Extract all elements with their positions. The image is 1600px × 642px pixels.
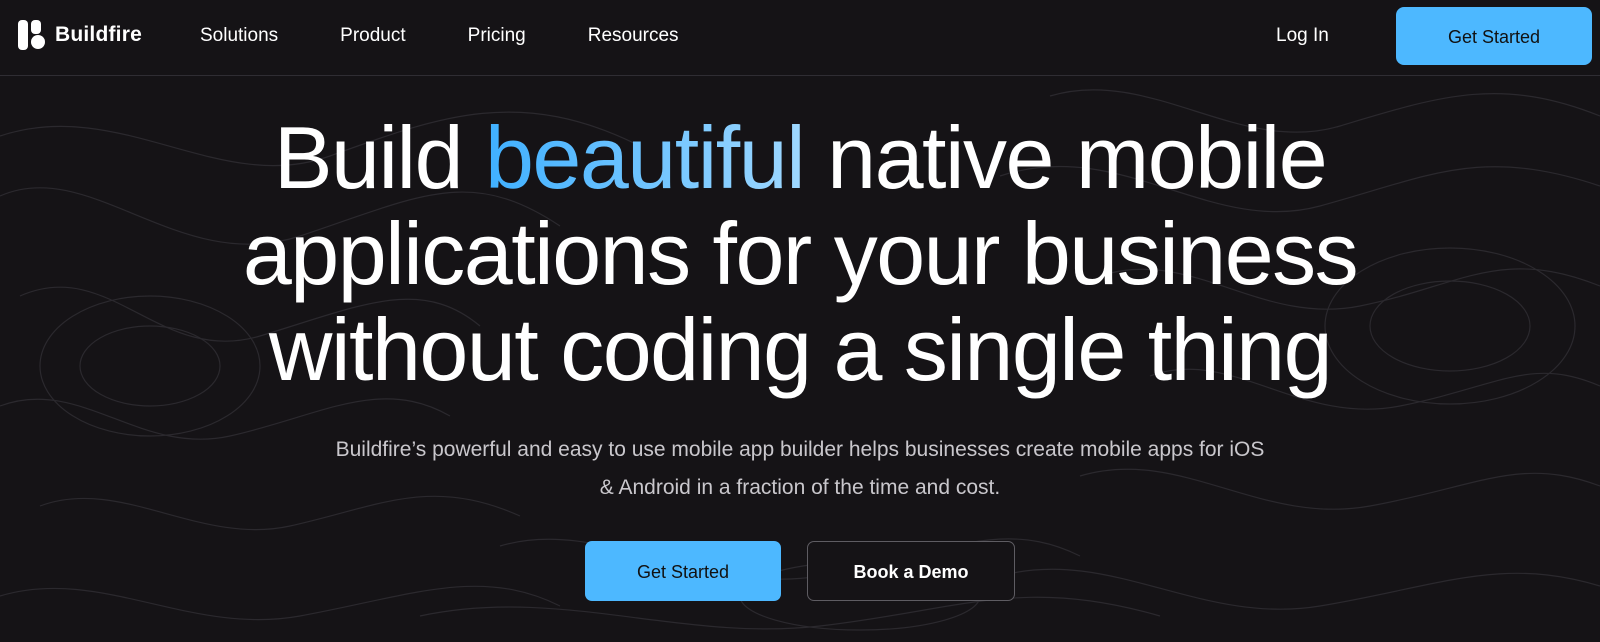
nav-link-solutions[interactable]: Solutions xyxy=(200,24,278,48)
nav-link-pricing[interactable]: Pricing xyxy=(468,24,526,48)
login-link[interactable]: Log In xyxy=(1276,24,1329,48)
nav-link-product[interactable]: Product xyxy=(340,24,405,48)
nav-link-resources[interactable]: Resources xyxy=(588,24,679,48)
top-navigation: Buildfire Solutions Product Pricing Reso… xyxy=(0,0,1600,76)
nav-get-started-button[interactable]: Get Started xyxy=(1396,7,1592,65)
hero-headline: Build beautiful native mobile applicatio… xyxy=(100,110,1500,398)
book-demo-button[interactable]: Book a Demo xyxy=(807,541,1015,601)
hero-section: Build beautiful native mobile applicatio… xyxy=(0,110,1600,601)
headline-accent-word: beautiful xyxy=(484,108,806,207)
buildfire-logo-icon xyxy=(18,20,45,50)
headline-text-start: Build xyxy=(273,108,485,207)
brand-name: Buildfire xyxy=(55,23,142,46)
primary-nav: Solutions Product Pricing Resources xyxy=(200,24,741,48)
hero-subtitle: Buildfire’s powerful and easy to use mob… xyxy=(335,438,1265,499)
hero-get-started-button[interactable]: Get Started xyxy=(585,541,781,601)
hero-cta-group: Get Started Book a Demo xyxy=(0,541,1600,601)
buildfire-logo-link[interactable]: Buildfire xyxy=(18,20,142,50)
